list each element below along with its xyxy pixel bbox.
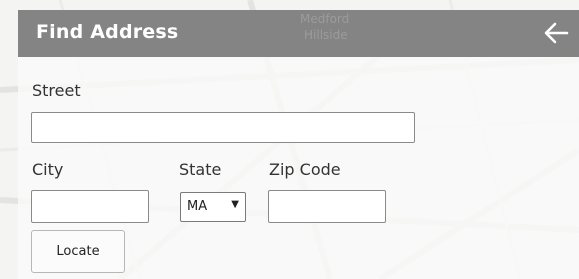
panel-title: Find Address xyxy=(36,21,179,43)
map-place-label: Hillside xyxy=(304,28,348,42)
caret-down-icon: ▼ xyxy=(231,199,239,210)
locate-button[interactable]: Locate xyxy=(31,230,125,273)
city-label: City xyxy=(32,160,64,179)
panel-header: Find Address Medford Hillside xyxy=(18,10,579,57)
arrow-left-icon xyxy=(544,22,569,44)
back-button[interactable] xyxy=(539,16,573,50)
zip-code-input[interactable] xyxy=(268,190,386,223)
street-label: Street xyxy=(32,81,81,100)
zip-code-label: Zip Code xyxy=(269,160,341,179)
state-label: State xyxy=(179,160,222,179)
find-address-panel: Find Address Medford Hillside Street Cit… xyxy=(18,10,579,279)
city-input[interactable] xyxy=(31,190,149,223)
street-input[interactable] xyxy=(31,112,415,143)
state-select-value: MA xyxy=(187,199,208,214)
map-place-label: Medford xyxy=(300,12,350,26)
state-select[interactable]: MA ▼ xyxy=(180,192,246,222)
